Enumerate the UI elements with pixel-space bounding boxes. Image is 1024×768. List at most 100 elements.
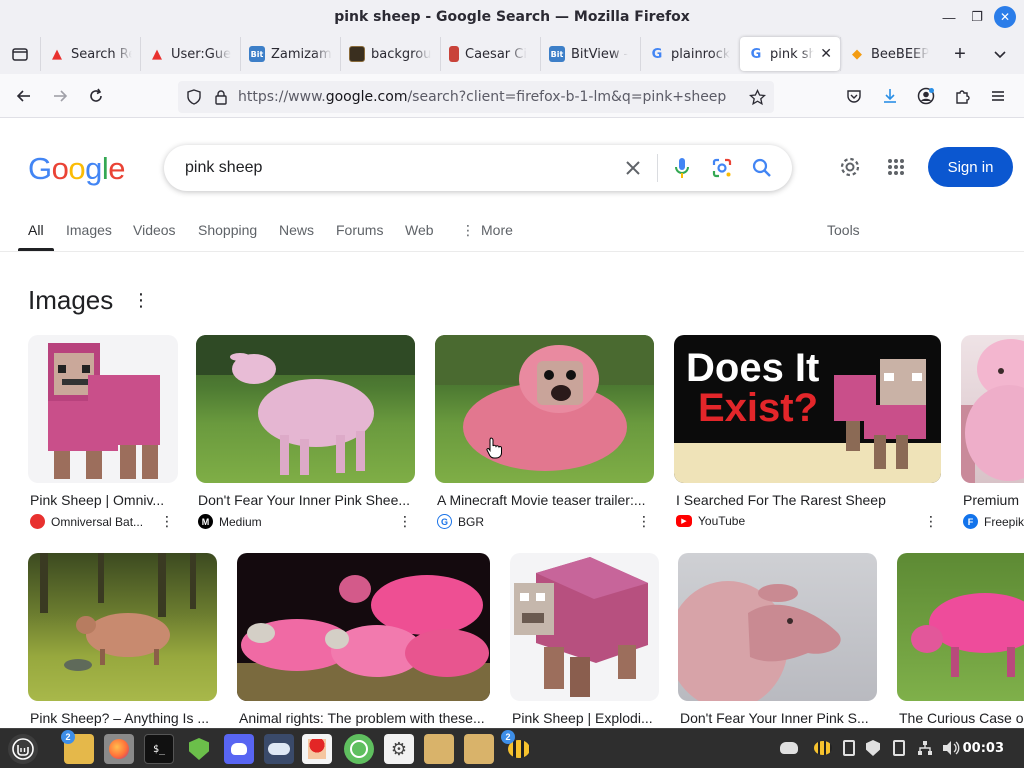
account-button[interactable]	[908, 78, 944, 114]
sign-in-button[interactable]: Sign in	[928, 147, 1013, 187]
image-thumbnail[interactable]	[510, 553, 659, 701]
tab-shopping[interactable]: Shopping	[198, 222, 257, 238]
mario-game-taskbar-button[interactable]	[302, 734, 332, 764]
image-more-button[interactable]: ⋮	[924, 513, 938, 530]
search-input[interactable]: pink sheep	[185, 159, 613, 177]
image-thumbnail[interactable]: Does It Exist?	[674, 335, 941, 483]
tab-more[interactable]: ⋮ More	[461, 222, 513, 239]
image-source[interactable]: G BGR	[437, 514, 617, 529]
firefox-taskbar-button[interactable]	[104, 734, 134, 764]
image-result[interactable]: A Minecraft Movie teaser trailer:... G BG…	[435, 335, 655, 535]
image-caption[interactable]: Don't Fear Your Inner Pink Shee...	[198, 492, 414, 508]
image-result[interactable]: The Curious Case o	[897, 553, 1024, 728]
image-thumbnail[interactable]	[28, 553, 217, 701]
clock[interactable]: 00:03	[963, 741, 1004, 756]
tab-news[interactable]: News	[279, 222, 314, 238]
mint-menu-button[interactable]	[8, 734, 38, 764]
browser-tab[interactable]: ▲ Search Re	[40, 37, 140, 71]
bookmark-star-icon[interactable]	[749, 89, 766, 106]
image-caption[interactable]: Pink Sheep | Omniv...	[30, 492, 176, 508]
browser-tab[interactable]: Caesar Ci	[440, 37, 540, 71]
tab-web[interactable]: Web	[405, 222, 434, 238]
discord-tray-icon[interactable]	[778, 737, 800, 759]
image-caption[interactable]: A Minecraft Movie teaser trailer:...	[437, 492, 653, 508]
terminal-taskbar-button[interactable]: $_	[144, 734, 174, 764]
browser-tab[interactable]: Bit BitView -	[540, 37, 640, 71]
update-manager-taskbar-button[interactable]	[184, 734, 214, 764]
tab-list-button[interactable]	[0, 34, 40, 74]
image-caption[interactable]: Animal rights: The problem with these...	[239, 710, 489, 726]
image-thumbnail[interactable]	[678, 553, 877, 701]
beebeep-taskbar-button[interactable]: 2	[501, 730, 534, 764]
image-result[interactable]: Don't Fear Your Inner Pink S...	[678, 553, 878, 728]
image-result[interactable]: Don't Fear Your Inner Pink Shee... M Medi…	[196, 335, 416, 535]
folder-taskbar-button[interactable]	[424, 734, 454, 764]
extensions-button[interactable]	[944, 78, 980, 114]
app-menu-button[interactable]	[980, 78, 1016, 114]
google-apps-button[interactable]	[876, 147, 916, 187]
image-caption[interactable]: Premium	[963, 492, 1024, 508]
image-source[interactable]: ▶ YouTube	[676, 514, 896, 528]
new-tab-button[interactable]: +	[940, 34, 980, 74]
image-caption[interactable]: Pink Sheep? – Anything Is ...	[30, 710, 216, 726]
tools-button[interactable]: Tools	[827, 222, 860, 238]
cloud-app-taskbar-button[interactable]	[264, 734, 294, 764]
tab-images[interactable]: Images	[66, 222, 112, 238]
image-source[interactable]: F Freepik	[963, 514, 1024, 529]
browser-tab-active[interactable]: Gpink sh ✕	[740, 37, 840, 71]
url-bar[interactable]: https://www.google.com/search?client=fir…	[178, 81, 774, 113]
browser-tab[interactable]: ◆ BeeBEEP	[840, 37, 940, 71]
browser-tab[interactable]: backgrou	[340, 37, 440, 71]
downloads-button[interactable]	[872, 78, 908, 114]
image-caption[interactable]: The Curious Case o	[899, 710, 1024, 726]
folder-taskbar-button-2[interactable]	[464, 734, 494, 764]
image-source[interactable]: M Medium	[198, 514, 378, 529]
pocket-button[interactable]	[836, 78, 872, 114]
volume-tray-icon[interactable]	[940, 737, 962, 759]
maximize-button[interactable]: ❐	[966, 6, 988, 28]
image-more-button[interactable]: ⋮	[160, 513, 174, 530]
close-tab-icon[interactable]: ✕	[820, 46, 832, 62]
list-all-tabs-button[interactable]	[980, 34, 1020, 74]
grid-app-taskbar-button[interactable]	[344, 734, 374, 764]
files-taskbar-button[interactable]: 2	[61, 730, 94, 764]
forward-button[interactable]	[42, 78, 78, 114]
lens-search-button[interactable]	[702, 145, 742, 191]
browser-tab[interactable]: Gplainrock	[640, 37, 740, 71]
close-window-button[interactable]: ✕	[994, 6, 1016, 28]
image-caption[interactable]: I Searched For The Rarest Sheep	[676, 492, 940, 508]
image-thumbnail[interactable]	[897, 553, 1024, 701]
discord-taskbar-button[interactable]	[224, 734, 254, 764]
image-more-button[interactable]: ⋮	[398, 513, 412, 530]
shield-tray-icon[interactable]	[862, 737, 884, 759]
settings-taskbar-button[interactable]: ⚙	[384, 734, 414, 764]
image-thumbnail[interactable]	[435, 335, 654, 483]
beebeep-tray-icon[interactable]	[812, 737, 834, 759]
back-button[interactable]	[6, 78, 42, 114]
network-tray-icon[interactable]	[914, 737, 936, 759]
image-result[interactable]: Pink Sheep | Explodi...	[510, 553, 660, 728]
image-more-button[interactable]: ⋮	[637, 513, 651, 530]
image-result[interactable]: Pink Sheep | Omniv... Omniversal Bat... …	[28, 335, 178, 535]
image-thumbnail[interactable]	[237, 553, 490, 701]
tab-all[interactable]: All	[28, 222, 44, 238]
image-thumbnail[interactable]	[196, 335, 415, 483]
minimize-button[interactable]: —	[938, 6, 960, 28]
reload-button[interactable]	[78, 78, 114, 114]
image-caption[interactable]: Pink Sheep | Explodi...	[512, 710, 658, 726]
image-source[interactable]: Omniversal Bat...	[30, 514, 156, 529]
image-result[interactable]: Animal rights: The problem with these...	[237, 553, 491, 728]
image-result[interactable]: Premium F Freepik	[961, 335, 1024, 535]
image-thumbnail[interactable]	[961, 335, 1024, 483]
tab-forums[interactable]: Forums	[336, 222, 383, 238]
image-thumbnail[interactable]	[28, 335, 178, 483]
image-caption[interactable]: Don't Fear Your Inner Pink S...	[680, 710, 876, 726]
image-result[interactable]: Pink Sheep? – Anything Is ...	[28, 553, 218, 728]
clipboard-tray-icon[interactable]	[838, 737, 860, 759]
search-submit-button[interactable]	[742, 145, 782, 191]
clear-search-button[interactable]	[613, 145, 653, 191]
settings-button[interactable]	[830, 147, 870, 187]
images-section-menu-button[interactable]: ⋮	[132, 290, 150, 310]
image-result[interactable]: Does It Exist? I Searched For The Rarest…	[674, 335, 942, 535]
browser-tab[interactable]: ▲ User:Gue	[140, 37, 240, 71]
